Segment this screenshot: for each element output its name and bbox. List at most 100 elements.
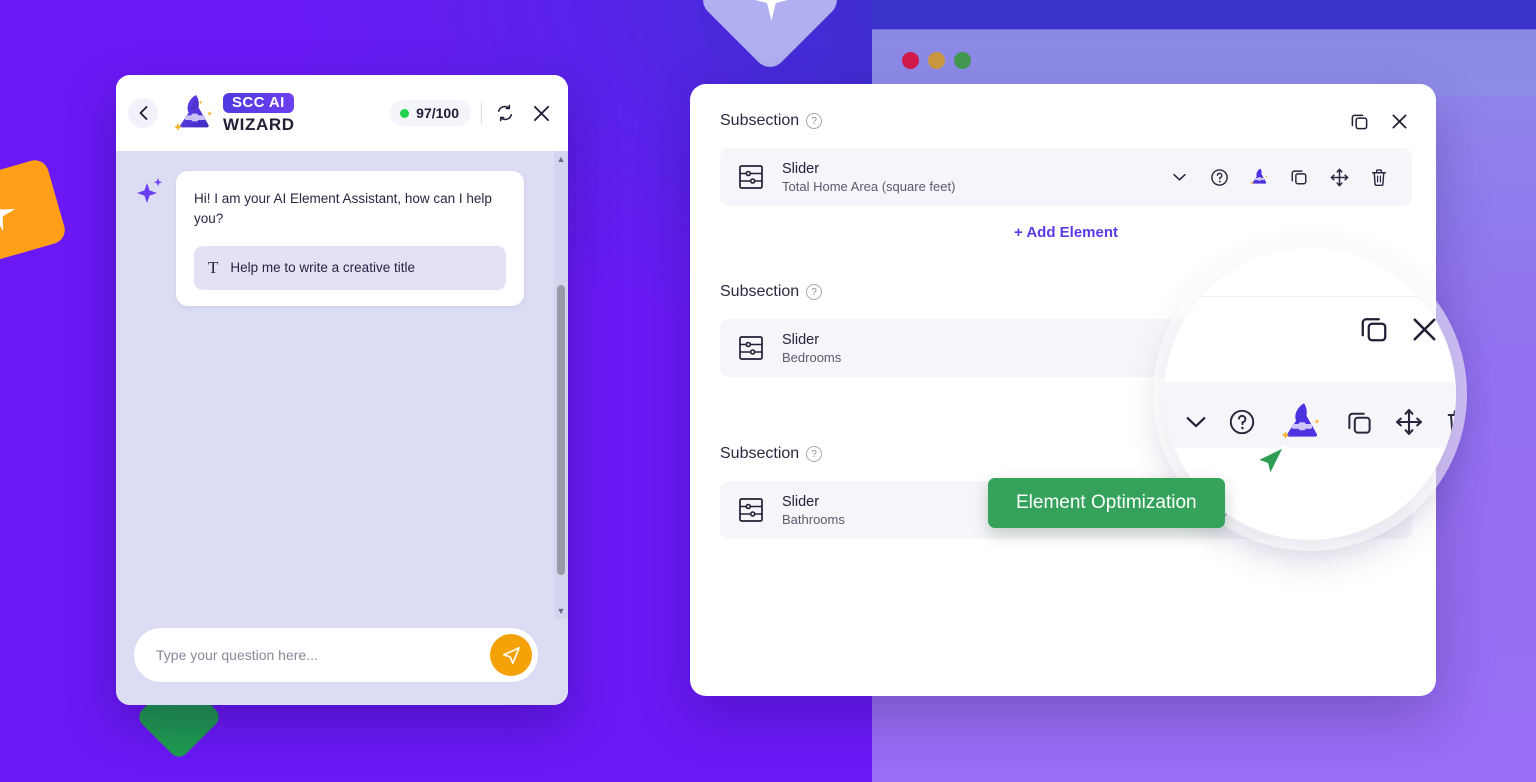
expand-element-button[interactable] — [1168, 166, 1190, 188]
brand-word-label: WIZARD — [223, 115, 295, 134]
move-icon — [1330, 168, 1348, 186]
duplicate-icon — [1351, 114, 1367, 129]
brand-logo: SCC AI WIZARD — [172, 92, 295, 134]
chat-header: SCC AI WIZARD 97/100 — [116, 75, 568, 151]
element-type: Slider — [782, 493, 820, 510]
credits-badge: 97/100 — [390, 100, 471, 126]
slider-element-icon — [739, 498, 763, 522]
element-help-button[interactable] — [1228, 408, 1256, 436]
subsection-title: Subsection — [720, 112, 800, 129]
maximize-window-button[interactable] — [954, 52, 971, 69]
chevron-down-icon — [1186, 416, 1206, 427]
wizard-icon — [1250, 168, 1268, 185]
close-icon — [1413, 317, 1436, 341]
element-labels: Slider Bathrooms — [782, 494, 845, 527]
element-type: Slider — [782, 331, 820, 348]
sparkle-icon — [749, 0, 793, 21]
magnified-divider — [1164, 296, 1456, 297]
ai-wizard-button[interactable] — [1278, 400, 1324, 444]
subsection-title: Subsection — [720, 445, 800, 462]
close-subsection-button[interactable] — [1411, 316, 1438, 343]
move-element-button[interactable] — [1328, 166, 1350, 188]
subsection-1: Subsection ? Slider Total Home Area (squ… — [690, 84, 1436, 255]
text-format-icon: T — [208, 257, 219, 277]
scrollbar-track[interactable] — [554, 167, 568, 603]
delete-element-button[interactable] — [1445, 408, 1456, 436]
magnified-element-actions — [1186, 400, 1456, 444]
element-optimization-tooltip: Element Optimization — [988, 478, 1225, 528]
scrollbar-thumb[interactable] — [557, 285, 565, 575]
element-row[interactable]: Slider Total Home Area (square feet) — [720, 148, 1412, 206]
suggestion-chip[interactable]: T Help me to write a creative title — [194, 245, 506, 290]
element-name: Total Home Area (square feet) — [782, 178, 956, 194]
brand-pill-label: SCC AI — [223, 93, 294, 113]
chat-message-list: Hi! I am your AI Element Assistant, how … — [116, 151, 568, 619]
suggestion-label: Help me to write a creative title — [230, 260, 415, 275]
mouse-cursor-icon — [1254, 444, 1287, 478]
assistant-message-bubble: Hi! I am your AI Element Assistant, how … — [176, 171, 524, 306]
close-subsection-button[interactable] — [1386, 108, 1412, 134]
move-icon — [1396, 409, 1422, 435]
minimize-window-button[interactable] — [928, 52, 945, 69]
caret-up-icon[interactable]: ▲ — [557, 151, 566, 167]
delete-icon — [1371, 168, 1387, 186]
element-actions — [1168, 166, 1390, 188]
send-button[interactable] — [490, 634, 532, 676]
chat-header-actions: 97/100 — [390, 100, 554, 126]
caret-down-icon[interactable]: ▼ — [557, 603, 566, 619]
subsection-header: Subsection ? — [720, 100, 1412, 142]
element-name: Bedrooms — [782, 349, 842, 365]
status-dot-icon — [400, 108, 410, 118]
subsection-actions — [1346, 108, 1412, 134]
delete-element-button[interactable] — [1368, 166, 1390, 188]
wizard-icon — [1281, 403, 1320, 439]
sparkle-icon — [0, 192, 21, 237]
duplicate-icon — [1291, 170, 1307, 185]
close-icon — [533, 105, 549, 121]
duplicate-element-button[interactable] — [1346, 409, 1373, 436]
close-chat-button[interactable] — [528, 100, 554, 126]
element-labels: Slider Total Home Area (square feet) — [782, 161, 955, 194]
magnified-subsection-actions — [1359, 314, 1438, 344]
wizard-hat-icon — [174, 95, 212, 131]
refresh-button[interactable] — [492, 100, 518, 126]
ai-wizard-button[interactable] — [1248, 166, 1270, 188]
back-button[interactable] — [128, 98, 158, 128]
chat-scrollbar[interactable]: ▲ ▼ — [554, 151, 568, 619]
expand-element-button[interactable] — [1186, 416, 1206, 429]
chat-composer — [116, 619, 568, 705]
credits-value: 97/100 — [416, 105, 459, 121]
help-icon[interactable]: ? — [806, 113, 823, 129]
sparkle-icon — [137, 178, 162, 203]
help-icon — [1229, 409, 1255, 435]
element-name: Bathrooms — [782, 511, 845, 527]
element-type: Slider — [782, 160, 820, 177]
help-icon — [1210, 168, 1228, 186]
send-icon — [502, 646, 520, 664]
move-element-button[interactable] — [1395, 408, 1423, 436]
duplicate-icon — [1348, 412, 1371, 434]
element-labels: Slider Bedrooms — [782, 332, 841, 365]
ai-chat-window: SCC AI WIZARD 97/100 Hi! I am your AI El… — [116, 75, 568, 705]
element-help-button[interactable] — [1208, 166, 1230, 188]
help-icon[interactable]: ? — [806, 446, 823, 462]
chat-input-wrapper[interactable] — [134, 628, 538, 682]
duplicate-subsection-button[interactable] — [1359, 314, 1389, 344]
duplicate-icon — [1361, 318, 1387, 342]
help-icon[interactable]: ? — [806, 284, 823, 300]
window-controls — [902, 52, 971, 69]
duplicate-subsection-button[interactable] — [1346, 108, 1372, 134]
refresh-icon — [497, 104, 513, 122]
chat-input[interactable] — [156, 647, 490, 663]
close-icon — [1392, 114, 1406, 128]
delete-icon — [1447, 409, 1456, 435]
duplicate-element-button[interactable] — [1288, 166, 1310, 188]
orange-square-decoration — [0, 156, 69, 266]
slider-element-icon — [739, 336, 763, 360]
slider-element-icon — [739, 165, 763, 189]
background-right-panel-header — [872, 0, 1536, 96]
chevron-left-icon — [139, 106, 147, 120]
header-divider — [481, 102, 482, 124]
close-window-button[interactable] — [902, 52, 919, 69]
subsection-title: Subsection — [720, 283, 800, 300]
